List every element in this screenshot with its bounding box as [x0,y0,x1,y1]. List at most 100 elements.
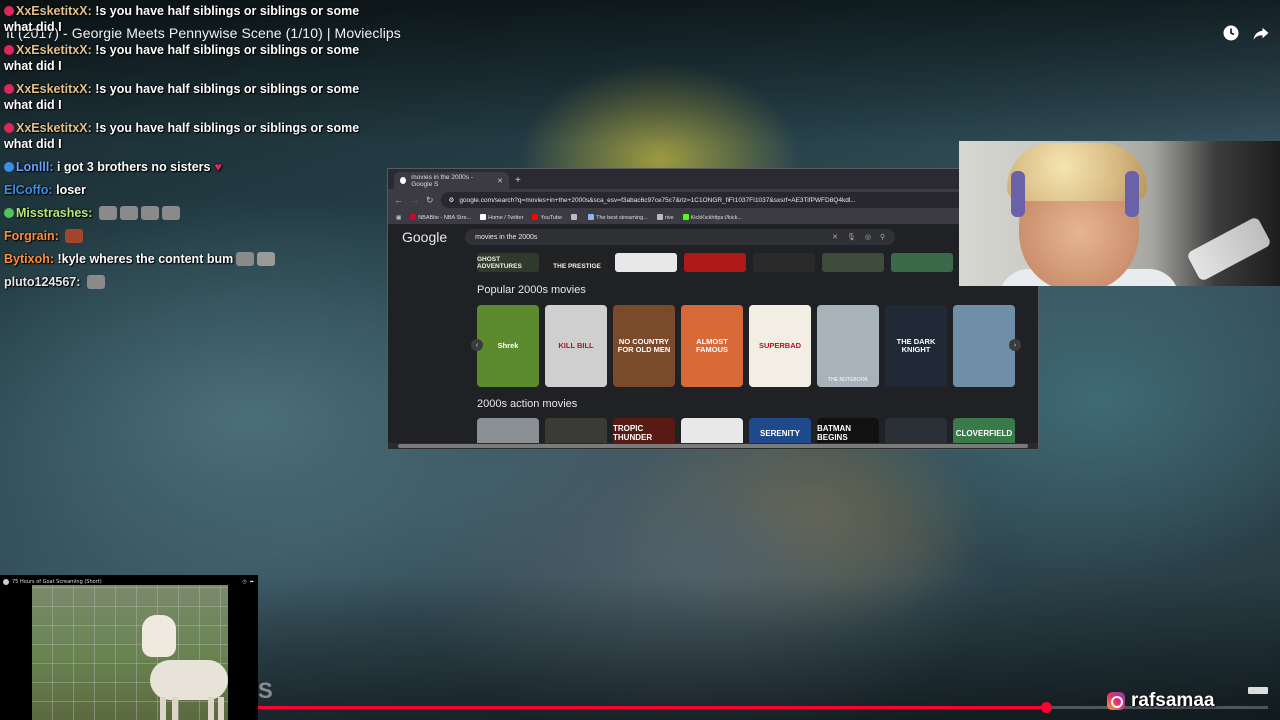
bookmark-item[interactable]: The best streaming... [588,214,648,221]
chat-username[interactable]: Lonlll: [16,160,54,174]
instagram-tag: rafsamaa [1107,690,1214,712]
tab-bar: movies in the 2000s - Google S ✕ + [388,169,1038,189]
movie-caption: THE NOTEBOOK [828,377,868,383]
horizontal-scrollbar[interactable] [388,443,1038,449]
google-logo[interactable]: Google [402,229,447,245]
carousel-prev-icon[interactable]: ‹ [471,339,483,351]
popular-movies-carousel: Shrek KILL BILL NO COUNTRY FOR OLD MEN ALMO… [477,305,1015,387]
browser-window[interactable]: movies in the 2000s - Google S ✕ + ← → ↻… [387,168,1039,450]
movie-poster[interactable]: THE DARK KNIGHT [885,305,947,387]
bookmark-favicon-icon [656,214,663,220]
clear-icon[interactable]: ✕ [832,233,838,241]
chat-message: Forgrain: [4,228,384,244]
address-bar[interactable]: ⚙ google.com/search?q=movies+in+the+2000… [440,192,992,208]
movie-title: KILL BILL [558,341,594,350]
headset-right [1125,171,1139,217]
goat-head [142,615,176,657]
chat-username[interactable]: pluto124567: [4,275,80,289]
bookmark-item[interactable]: KickKickhttps://kick... [682,214,742,221]
search-icon[interactable]: ⚲ [880,233,885,241]
google-search-box[interactable]: movies in the 2000s ✕ 🎙 ◎ ⚲ [465,229,896,245]
chat-text: loser [56,183,86,197]
scrollbar-thumb[interactable] [398,444,1028,448]
chat-message: XxEsketitxX: !s you have half siblings o… [4,81,384,113]
movie-poster[interactable]: THE NOTEBOOK [817,305,879,387]
goat-video-frame [32,585,228,720]
movie-poster[interactable]: NO COUNTRY FOR OLD MEN [613,305,675,387]
chat-badge-icon [4,123,14,133]
browser-toolbar: ← → ↻ ⚙ google.com/search?q=movies+in+th… [388,189,1038,211]
carousel-next-icon[interactable]: › [1009,339,1021,351]
site-info-icon[interactable]: ⚙ [449,196,455,204]
movie-title: ALMOST FAMOUS [695,337,729,354]
bookmark-favicon-icon [571,214,578,220]
back-icon[interactable]: ← [394,195,403,205]
result-thumbnail[interactable] [891,253,953,272]
mini-clock-icon[interactable]: ◷ [242,579,246,585]
chat-username[interactable]: XxEsketitxX: [16,4,92,18]
chat-text: i got 3 brothers no sisters [56,160,211,174]
bookmark-label: NBABite - NBA Stre... [418,215,472,221]
bookmark-favicon-icon [588,214,595,220]
apps-grid-icon[interactable]: ▦ [396,215,401,221]
bookmark-item[interactable]: YouTube [532,214,562,221]
bookmark-favicon-icon [532,214,539,220]
result-thumbnail[interactable] [615,253,677,272]
movie-title: SUPERBAD [758,341,802,350]
progress-scrubber[interactable] [1040,702,1052,713]
goat-leg [218,697,224,720]
chat-text: !kyle wheres the content bum [57,252,234,266]
close-tab-icon[interactable]: ✕ [497,177,503,185]
reload-icon[interactable]: ↻ [426,195,434,206]
mini-share-icon[interactable]: ➦ [250,579,254,585]
chat-username[interactable]: XxEsketitxX: [16,82,92,96]
chat-message: XxEsketitxX: !s you have half siblings o… [4,3,384,35]
movie-poster[interactable]: Shrek [477,305,539,387]
forward-icon[interactable]: → [410,195,419,205]
movie-poster[interactable]: SUPERBAD [749,305,811,387]
chat-username[interactable]: ElCoffo: [4,183,53,197]
result-thumbnail[interactable]: GHOST ADVENTURES [477,253,539,272]
bookmark-item[interactable]: rive [656,214,674,221]
result-thumbnail[interactable] [822,253,884,272]
chat-emote-icon [119,206,138,220]
chat-message: ElCoffo: loser [4,182,384,198]
movie-poster[interactable] [953,305,1015,387]
chat-emote-icon [257,252,276,266]
chat-message: pluto124567: [4,274,384,290]
bookmark-label: rive [664,215,674,221]
chat-badge-icon [4,162,14,172]
top-results-strip: GHOST ADVENTURES THE PRESTIGE [477,253,953,272]
chat-message: XxEsketitxX: !s you have half siblings o… [4,120,384,152]
chat-message: Lonlll: i got 3 brothers no sisters ♥ [4,159,384,175]
watch-later-icon[interactable] [1222,24,1240,42]
bookmark-item[interactable]: NBABite - NBA Stre... [410,214,471,221]
share-icon[interactable] [1252,24,1270,42]
chat-username[interactable]: Misstrashes: [16,206,92,220]
chat-username[interactable]: XxEsketitxX: [16,43,92,57]
heart-emote-icon: ♥ [214,160,222,174]
chat-emote-icon [65,229,84,243]
headset-left [1011,171,1025,217]
goat-leg [160,697,166,720]
movie-poster[interactable]: ALMOST FAMOUS [681,305,743,387]
url-text: google.com/search?q=movies+in+the+2000s&… [459,196,856,204]
result-thumbnail[interactable] [684,253,746,272]
bookmark-label: YouTube [540,215,563,221]
result-thumbnail[interactable] [753,253,815,272]
search-query: movies in the 2000s [475,233,538,241]
result-thumbnail[interactable]: THE PRESTIGE [546,253,608,272]
chat-username[interactable]: XxEsketitxX: [16,121,92,135]
chat-username[interactable]: Forgrain: [4,229,59,243]
bookmark-item[interactable] [571,214,579,221]
movie-poster[interactable]: KILL BILL [545,305,607,387]
browser-tab[interactable]: movies in the 2000s - Google S ✕ [394,172,509,189]
new-tab-button[interactable]: + [515,172,521,189]
microphone-icon[interactable]: 🎙 [847,233,856,241]
bookmark-item[interactable]: Home / Twitter [480,214,523,221]
chat-username[interactable]: Bytixoh: [4,252,54,266]
lens-icon[interactable]: ◎ [865,233,871,241]
chat-emote-icon [98,206,117,220]
goat-body [150,660,228,700]
mini-player[interactable]: 75 Hours of Goat Screaming (Short) ◷ ➦ [0,575,258,720]
